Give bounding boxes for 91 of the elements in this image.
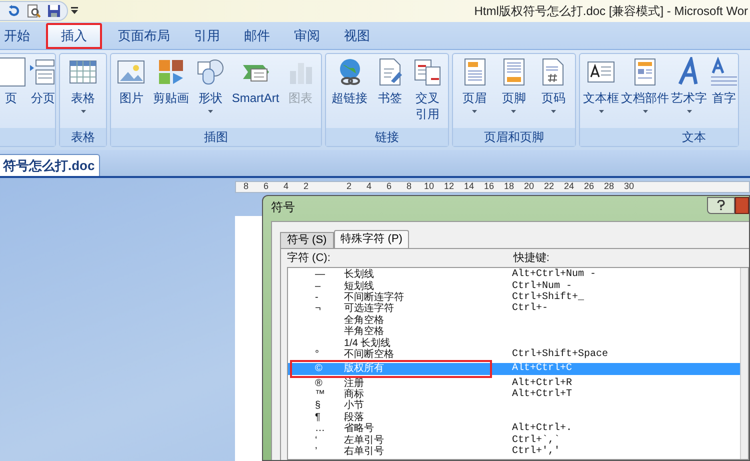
dialog-tab[interactable]: 符号 (S) — [280, 232, 334, 248]
ribbon-button[interactable]: 页眉 — [458, 57, 491, 113]
ruler-number: 14 — [462, 180, 475, 194]
list-item[interactable]: ° 不间断空格 Ctrl+Shift+Space — [288, 348, 740, 360]
caret-icon — [686, 110, 692, 113]
list-item[interactable]: … 省略号 Alt+Ctrl+. — [288, 423, 740, 434]
caret-icon — [80, 110, 86, 113]
group-footer — [0, 128, 55, 146]
help-button[interactable] — [707, 196, 735, 214]
list-item[interactable]: ® 注册 Alt+Ctrl+R — [288, 378, 740, 389]
ribbon-button[interactable]: 书签 — [374, 57, 406, 106]
group-label: 页眉和页脚 — [453, 128, 575, 146]
ruler-number: 24 — [562, 180, 575, 194]
list-item[interactable]: ™ 商标 Alt+Ctrl+T — [288, 388, 740, 400]
ribbon-tab[interactable]: 开始 — [0, 23, 42, 49]
ruler-number: 20 — [522, 180, 535, 194]
ribbon-button[interactable]: 超链接 — [330, 57, 369, 106]
caret-icon — [642, 110, 648, 113]
ruler-number: 18 — [502, 180, 515, 194]
ribbon-button[interactable]: 首字 — [708, 57, 740, 106]
scrollbar[interactable] — [740, 268, 748, 459]
list-item[interactable]: 半角空格 — [288, 326, 740, 338]
ribbon-button[interactable]: 文本框 — [582, 57, 620, 113]
ribbon-tab[interactable]: 视图 — [332, 23, 382, 49]
group-label: 文本 — [580, 128, 738, 146]
ruler-number: 2 — [345, 180, 352, 194]
ribbon-button[interactable]: 交叉引用 — [411, 57, 444, 122]
ribbon-button[interactable]: 页码 — [537, 57, 570, 113]
ribbon-button[interactable]: SmartArt — [230, 57, 280, 106]
drop-cap-icon — [709, 57, 739, 87]
ruler-number: 2 — [302, 180, 310, 194]
ruler-number: 10 — [422, 180, 435, 194]
ribbon-button[interactable]: 表格 — [67, 57, 99, 113]
cross-reference-icon — [412, 57, 442, 87]
print-preview-icon[interactable] — [27, 4, 41, 18]
help-icon — [717, 200, 725, 210]
shortcut-header: 快捷键: — [513, 250, 550, 266]
ruler-number: 8 — [242, 180, 250, 194]
ribbon-tab[interactable]: 插入 — [46, 23, 102, 49]
ribbon-button[interactable]: 艺术字 — [670, 57, 708, 113]
caret-icon — [472, 110, 478, 113]
group-label: 表格 — [60, 128, 106, 146]
list-item[interactable]: ’ 右单引号 Ctrl+',' — [288, 446, 740, 458]
list-item[interactable]: 全角空格 — [288, 314, 740, 326]
ruler-number: 12 — [442, 180, 455, 194]
caret-icon — [208, 110, 213, 113]
ribbon-button[interactable]: 页 — [0, 57, 27, 106]
ruler-number: 8 — [405, 180, 412, 194]
page-icon — [0, 57, 26, 87]
customize-toolbar-icon[interactable] — [71, 7, 78, 15]
list-item[interactable]: ‘ 左单引号 Ctrl+`,` — [288, 434, 740, 446]
ribbon-tab[interactable]: 引用 — [182, 23, 232, 49]
list-item[interactable]: – 短划线 Ctrl+Num - — [288, 280, 740, 292]
save-icon[interactable] — [47, 4, 61, 18]
ribbon-tab[interactable]: 页面布局 — [106, 23, 182, 49]
ruler-number: 6 — [385, 180, 392, 194]
list-item[interactable]: ¬ 可选连字符 Ctrl+- — [288, 303, 740, 315]
ribbon-tab[interactable]: 邮件 — [232, 23, 282, 49]
caret-icon — [511, 110, 516, 113]
ruler-number: 30 — [622, 180, 635, 194]
list-item[interactable]: § 小节 — [288, 400, 740, 412]
list-item[interactable]: ‑ 不间断连字符 Ctrl+Shift+_ — [288, 292, 740, 304]
shapes-icon — [195, 57, 226, 87]
list-item[interactable]: ¶ 段落 — [288, 412, 740, 424]
dialog-title: 符号 — [271, 199, 295, 216]
characters-label: 字符 (C): — [287, 250, 330, 266]
undo-icon[interactable] — [7, 4, 21, 18]
caret-icon — [598, 110, 604, 113]
ribbon-button[interactable]: 图片 — [115, 57, 148, 106]
ribbon-tab[interactable]: 审阅 — [282, 23, 332, 49]
window-title: Html版权符号怎么打.doc [兼容模式] - Microsoft Wor — [474, 3, 748, 20]
ribbon-button[interactable]: 文档部件 — [620, 57, 670, 113]
ruler-number: 6 — [262, 180, 270, 194]
ruler-number: 28 — [602, 180, 615, 194]
ruler-number: 26 — [582, 180, 595, 194]
ruler-number: 4 — [282, 180, 290, 194]
group-label: 链接 — [326, 128, 448, 146]
dialog-tab[interactable]: 特殊字符 (P) — [334, 230, 410, 248]
ribbon-button[interactable]: 剪贴画 — [152, 57, 190, 106]
ribbon-button[interactable]: 分页 — [27, 57, 59, 106]
group-label: 插图 — [111, 128, 321, 146]
ruler-number: 4 — [365, 180, 372, 194]
ribbon-button[interactable]: 页脚 — [498, 57, 530, 113]
list-item[interactable]: — 长划线 Alt+Ctrl+Num - — [288, 269, 740, 280]
caret-icon — [550, 110, 556, 113]
ribbon-button[interactable]: 形状 — [194, 57, 226, 113]
close-button[interactable] — [735, 196, 749, 214]
ruler-number: 16 — [482, 180, 495, 194]
document-tab[interactable]: 符号怎么打.doc — [0, 154, 100, 176]
list-item[interactable]: 1/4 长划线 — [288, 337, 740, 349]
ruler-number: 22 — [542, 180, 555, 194]
